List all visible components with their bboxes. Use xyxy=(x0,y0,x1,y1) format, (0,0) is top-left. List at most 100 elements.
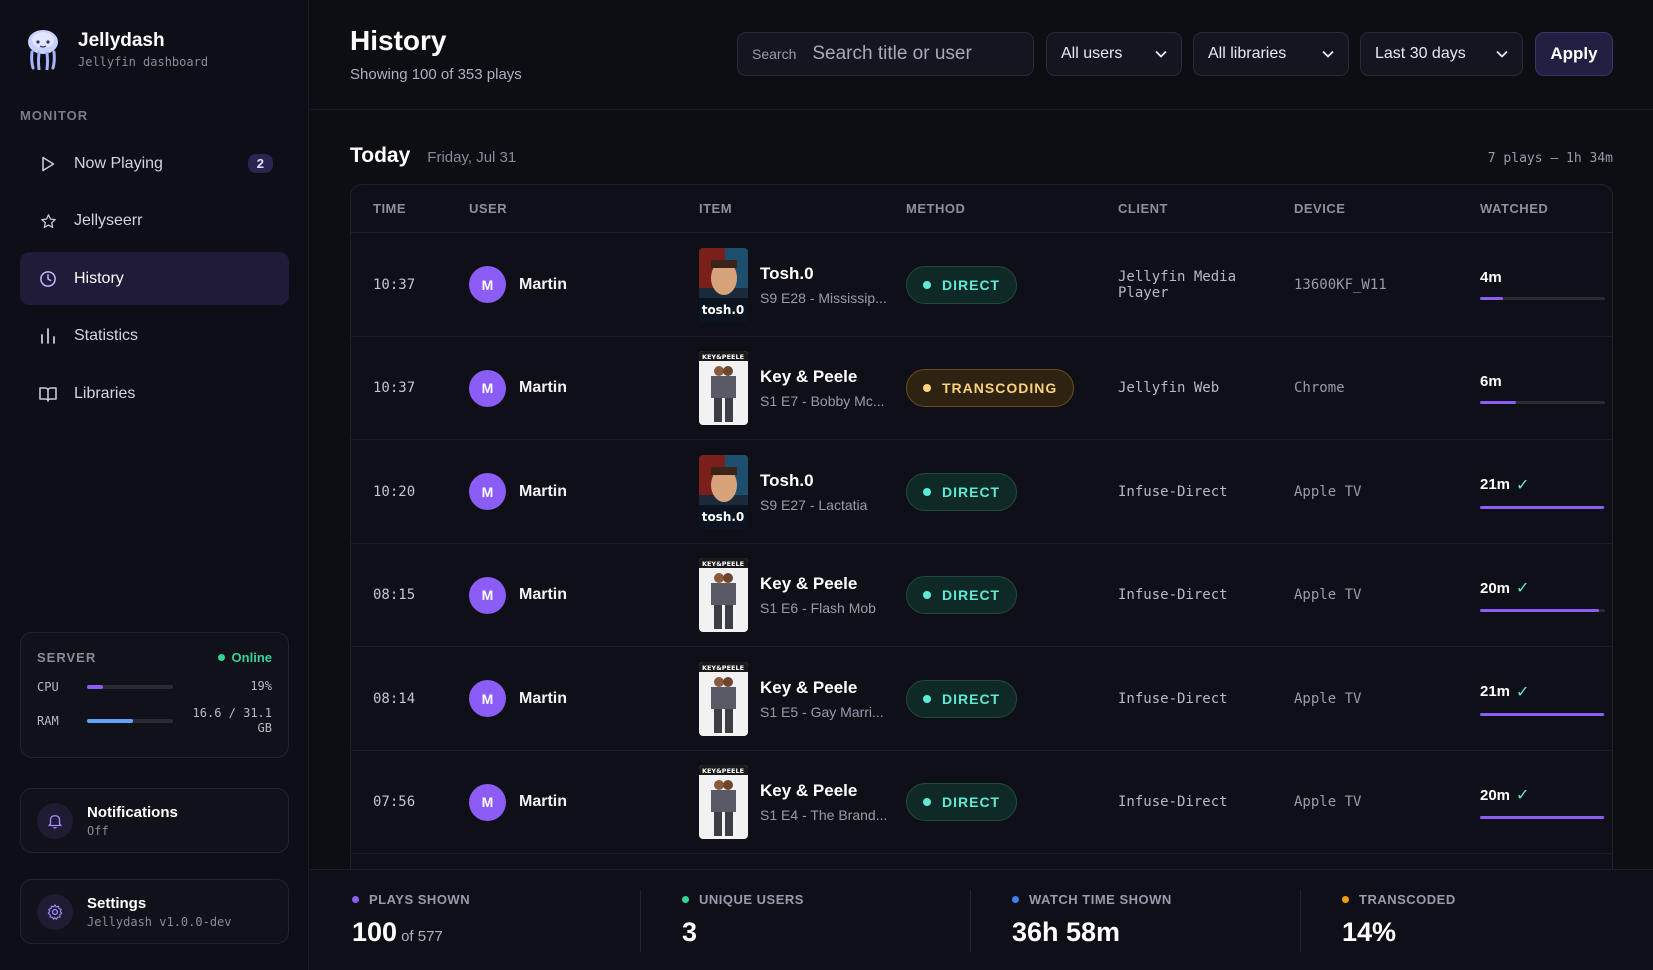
sidebar-item-label: Jellyseerr xyxy=(74,212,143,229)
watched-progress-bar xyxy=(1480,505,1605,509)
column-header-time[interactable]: TIME xyxy=(373,201,406,216)
method-badge: DIRECT xyxy=(906,472,1018,511)
item-episode: S1 E6 - Flash Mob xyxy=(760,600,876,616)
table-row[interactable]: 10:20 M Martin tosh.0 Tosh.0 S9 E27 - Lactati… xyxy=(351,440,1612,544)
column-header-watched[interactable]: WATCHED xyxy=(1480,201,1548,216)
row-item[interactable]: KEY&PEELE Key & Peele S1 E5 - Gay Marri... xyxy=(699,647,884,750)
row-user[interactable]: M Martin xyxy=(469,440,567,543)
sidebar-item-label: Now Playing xyxy=(74,154,163,172)
method-label: TRANSCODING xyxy=(942,380,1058,396)
table-row[interactable]: 10:37 M Martin tosh.0 Tosh.0 S9 E28 - Mississ… xyxy=(351,233,1612,337)
column-header-user[interactable]: USER xyxy=(469,201,507,216)
user-name: Martin xyxy=(519,482,567,500)
status-dot-icon xyxy=(923,591,931,599)
row-watched: 4m xyxy=(1480,233,1605,336)
user-name: Martin xyxy=(519,379,567,396)
svg-text:KEY&PEELE: KEY&PEELE xyxy=(702,664,744,672)
row-user[interactable]: M Martin xyxy=(469,337,567,440)
item-title: Tosh.0 xyxy=(760,470,814,490)
row-item[interactable]: KEY&PEELE Key & Peele S1 E7 - Bobby Mc... xyxy=(699,337,885,440)
day-title: Today xyxy=(350,144,411,167)
row-user[interactable]: M Martin xyxy=(469,233,567,336)
notifications-card[interactable]: Notifications Off xyxy=(20,788,289,853)
method-label: DIRECT xyxy=(942,483,1001,500)
ram-label: RAM xyxy=(37,714,59,728)
item-episode: S1 E7 - Bobby Mc... xyxy=(760,393,885,409)
method-label: DIRECT xyxy=(942,587,1001,603)
row-method: DIRECT xyxy=(906,233,1018,336)
row-user[interactable]: M Martin xyxy=(469,647,567,750)
poster-image: KEY&PEELE xyxy=(699,351,748,425)
avatar: M xyxy=(469,473,506,510)
row-time: 10:37 xyxy=(373,276,416,293)
search-label: Search xyxy=(752,46,797,62)
users-filter-select[interactable]: All users xyxy=(1046,32,1182,76)
summary-stats-bar: PLAYS SHOWN 100 of 577 UNIQUE USERS 3 WAT… xyxy=(310,869,1653,970)
chevron-down-icon xyxy=(1322,50,1334,58)
row-watched: 20m ✓ xyxy=(1480,751,1605,854)
sidebar-item-now-playing[interactable]: Now Playing 2 xyxy=(20,137,289,190)
page-header: History Showing 100 of 353 plays Search … xyxy=(310,0,1653,110)
poster-image: KEY&PEELE xyxy=(699,558,748,632)
column-header-method[interactable]: METHOD xyxy=(906,201,965,216)
app-name: Jellydash xyxy=(78,29,165,51)
sidebar-item-jellyseerr[interactable]: Jellyseerr xyxy=(20,195,289,248)
row-user[interactable]: M Martin xyxy=(469,751,567,854)
date-range-select[interactable]: Last 30 days xyxy=(1360,32,1523,76)
app-version: Jellydash v1.0.0-dev xyxy=(87,914,232,929)
sidebar-item-libraries[interactable]: Libraries xyxy=(20,367,289,420)
item-episode: S1 E5 - Gay Marri... xyxy=(760,703,884,720)
search-box[interactable]: Search xyxy=(737,32,1058,76)
method-label: DIRECT xyxy=(942,794,1001,810)
table-row[interactable]: 10:37 M Martin KEY&PEELE Key & Peele S1 E7 - … xyxy=(351,337,1612,440)
chevron-down-icon xyxy=(1155,50,1167,58)
row-method: DIRECT xyxy=(906,751,1018,854)
row-item[interactable]: KEY&PEELE Key & Peele S1 E4 - The Brand... xyxy=(699,751,887,854)
settings-card[interactable]: Settings Jellydash v1.0.0-dev xyxy=(20,879,289,944)
watched-duration: 4m xyxy=(1480,269,1502,286)
table-row[interactable]: 08:14 M Martin KEY&PEELE Key & Peele S1 E5 - … xyxy=(351,647,1612,751)
clock-icon xyxy=(38,269,58,289)
libraries-filter-select[interactable]: All libraries xyxy=(1193,32,1349,76)
method-badge: TRANSCODING xyxy=(906,369,1075,407)
brand[interactable]: Jellydash Jellyfin dashboard xyxy=(24,28,208,70)
row-watched: 21m ✓ xyxy=(1480,440,1605,543)
row-item[interactable]: tosh.0 Tosh.0 S9 E28 - Mississip... xyxy=(699,233,887,336)
poster-image: KEY&PEELE xyxy=(699,661,748,736)
row-user[interactable]: M Martin xyxy=(469,544,567,647)
row-item[interactable]: KEY&PEELE Key & Peele S1 E6 - Flash Mob xyxy=(699,544,876,647)
method-badge: DIRECT xyxy=(906,265,1018,304)
watched-progress-fill xyxy=(1480,505,1604,509)
column-header-client[interactable]: CLIENT xyxy=(1118,201,1168,216)
chevron-down-icon xyxy=(1496,50,1508,58)
row-device: Apple TV xyxy=(1294,587,1362,603)
stat-label: WATCH TIME SHOWN xyxy=(1029,892,1172,907)
method-badge: DIRECT xyxy=(906,783,1018,821)
stat-dot-icon xyxy=(1012,896,1019,903)
day-summary: 7 plays — 1h 34m xyxy=(1487,151,1613,166)
table-row[interactable]: 07:56 M Martin KEY&PEELE Key & Peele S1 E4 - … xyxy=(351,751,1612,854)
watched-progress-fill xyxy=(1480,816,1604,819)
apply-button[interactable]: Apply xyxy=(1535,32,1613,76)
table-row[interactable]: 08:15 M Martin KEY&PEELE Key & Peele S1 E6 - … xyxy=(351,544,1612,647)
row-item[interactable]: tosh.0 Tosh.0 S9 E27 - Lactatia xyxy=(699,440,867,543)
stat-dot-icon xyxy=(352,896,359,903)
stat-plays-shown: PLAYS SHOWN 100 of 577 xyxy=(310,870,640,970)
stat-value: 3 xyxy=(682,917,698,947)
server-title: SERVER xyxy=(37,650,97,665)
user-name: Martin xyxy=(519,689,567,707)
search-input[interactable] xyxy=(812,43,1058,65)
page-title: History xyxy=(350,25,447,56)
row-method: DIRECT xyxy=(906,440,1018,543)
row-device: Apple TV xyxy=(1294,794,1362,810)
svg-text:KEY&PEELE: KEY&PEELE xyxy=(702,767,744,775)
column-header-device[interactable]: DEVICE xyxy=(1294,201,1345,216)
monitor-section-label: MONITOR xyxy=(20,108,89,123)
sidebar-item-history[interactable]: History xyxy=(20,252,289,305)
sidebar-nav: Now Playing 2 Jellyseerr History Statist… xyxy=(20,137,289,425)
sidebar-item-statistics[interactable]: Statistics xyxy=(20,310,289,363)
stat-value: 36h 58m xyxy=(1012,917,1121,947)
avatar: M xyxy=(469,680,506,717)
column-header-item[interactable]: ITEM xyxy=(699,201,732,216)
stat-suffix: of 577 xyxy=(401,928,443,945)
